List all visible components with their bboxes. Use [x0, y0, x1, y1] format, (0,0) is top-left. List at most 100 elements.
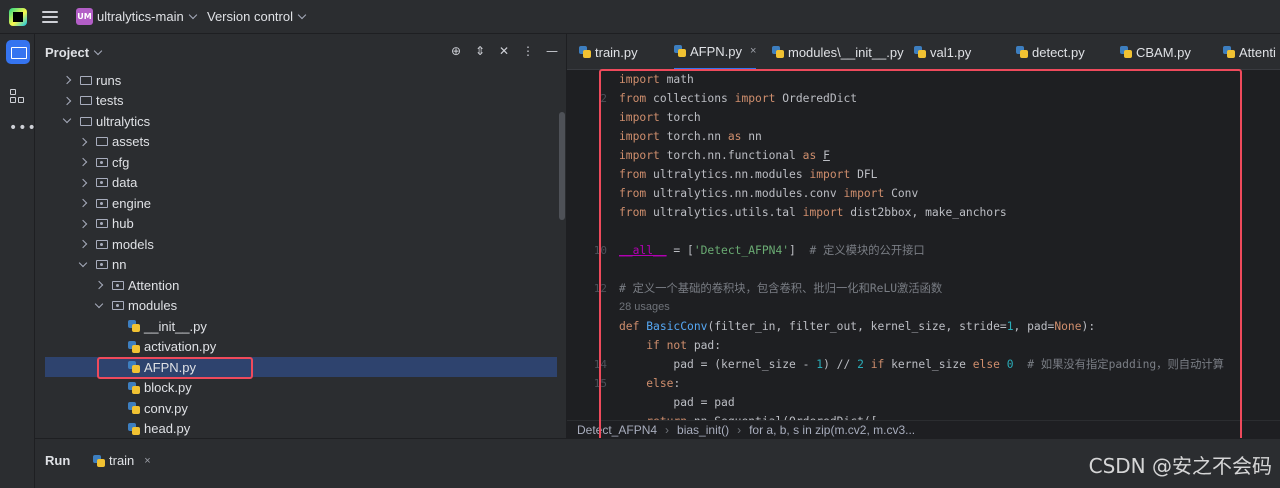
- tree-item[interactable]: ultralytics: [35, 111, 567, 131]
- chevron-right-icon[interactable]: [78, 137, 88, 146]
- python-file-icon: [93, 454, 105, 467]
- tree-item-label: models: [112, 236, 154, 252]
- tree-item[interactable]: assets: [35, 132, 567, 152]
- project-title-label: Project: [45, 45, 90, 60]
- hide-panel-icon[interactable]: —: [545, 44, 559, 58]
- folder-icon: [96, 239, 108, 249]
- tree-item-label: block.py: [144, 380, 192, 395]
- editor-tab-label: AFPN.py: [690, 43, 743, 59]
- tree-item-label: hub: [112, 216, 134, 231]
- project-name: ultralytics-main: [97, 9, 184, 24]
- structure-icon[interactable]: [10, 89, 24, 103]
- tree-item-label: modules: [128, 298, 178, 313]
- python-file-icon: [128, 320, 140, 332]
- chevron-down-icon: [188, 10, 197, 20]
- folder-icon: [80, 116, 92, 126]
- tree-item[interactable]: activation.py: [35, 337, 567, 357]
- editor-tab-label: train.py: [595, 44, 638, 60]
- editor-tab-label: Attenti: [1239, 44, 1276, 60]
- folder-icon: [96, 260, 108, 269]
- project-badge[interactable]: UM: [76, 8, 93, 25]
- tree-item[interactable]: conv.py: [35, 398, 567, 418]
- run-tab-train[interactable]: train ×: [93, 453, 151, 468]
- tree-item-label: Attention: [128, 277, 180, 293]
- tree-item[interactable]: Attention: [35, 275, 567, 295]
- editor-tab-label: CBAM.py: [1136, 44, 1191, 60]
- code-highlight-box: [599, 69, 1242, 448]
- chevron-right-icon[interactable]: [78, 178, 88, 187]
- tree-item[interactable]: __init__.py: [35, 316, 567, 336]
- python-file-icon: [128, 402, 140, 414]
- folder-icon: [80, 96, 92, 105]
- chevron-right-icon[interactable]: [78, 219, 88, 228]
- expand-collapse-icon[interactable]: ⇕: [473, 44, 487, 58]
- options-icon[interactable]: ⋮: [521, 44, 535, 58]
- folder-icon: [96, 178, 108, 187]
- editor-tab[interactable]: val1.py: [914, 34, 971, 69]
- python-file-icon: [128, 422, 140, 435]
- chevron-right-icon[interactable]: [94, 280, 104, 290]
- project-panel-title[interactable]: Project: [45, 45, 103, 60]
- collapse-all-icon[interactable]: ✕: [497, 44, 511, 58]
- title-bar: UM ultralytics-main Version control: [0, 0, 1280, 34]
- tree-item[interactable]: cfg: [35, 152, 567, 172]
- tree-item-label: data: [112, 175, 138, 190]
- python-file-icon: [128, 340, 140, 353]
- folder-icon: [80, 75, 92, 85]
- chevron-right-icon[interactable]: [62, 96, 72, 105]
- editor-tab[interactable]: modules\__init__.py: [772, 34, 904, 69]
- version-control-menu[interactable]: Version control: [207, 9, 307, 24]
- editor-tab[interactable]: CBAM.py: [1120, 34, 1191, 69]
- watermark: CSDN @安之不会码: [1088, 454, 1272, 478]
- chevron-down-icon: [297, 10, 307, 20]
- python-file-icon: [579, 46, 591, 58]
- editor-tab-label: modules\__init__.py: [788, 44, 904, 60]
- tree-item[interactable]: models: [35, 234, 567, 254]
- folder-icon: [96, 219, 108, 228]
- tree-scrollbar[interactable]: [559, 112, 565, 220]
- python-file-icon: [128, 381, 140, 394]
- close-icon[interactable]: ×: [144, 455, 150, 467]
- tree-item-label: tests: [96, 93, 124, 108]
- pycharm-logo-icon[interactable]: [9, 8, 27, 26]
- tree-item[interactable]: data: [35, 173, 567, 193]
- project-folder-icon[interactable]: [6, 40, 30, 64]
- editor-tabs: train.py AFPN.py × modules\__init__.py val1.…: [567, 34, 1280, 70]
- folder-icon: [96, 157, 108, 167]
- main-menu-icon[interactable]: [42, 9, 58, 25]
- run-tab-label: train: [109, 453, 135, 468]
- editor-tab[interactable]: AFPN.py ×: [674, 34, 757, 69]
- chevron-right-icon[interactable]: [78, 239, 88, 249]
- python-file-icon: [1016, 46, 1028, 58]
- tree-item[interactable]: engine: [35, 193, 567, 213]
- project-switcher[interactable]: ultralytics-main: [97, 9, 197, 24]
- more-tools-icon[interactable]: •••: [9, 120, 37, 136]
- tree-item[interactable]: hub: [35, 214, 567, 234]
- tree-item[interactable]: head.py: [35, 419, 567, 439]
- close-icon[interactable]: ×: [750, 45, 756, 57]
- chevron-down-icon[interactable]: [62, 114, 72, 124]
- chevron-right-icon[interactable]: [78, 157, 88, 167]
- chevron-down-icon[interactable]: [94, 299, 104, 308]
- tree-item-label: assets: [112, 134, 150, 149]
- editor-tab[interactable]: detect.py: [1016, 34, 1085, 69]
- tree-item-label: nn: [112, 257, 127, 272]
- file-highlight-box: [97, 357, 253, 379]
- tree-item[interactable]: runs: [35, 70, 567, 90]
- tree-item-label: conv.py: [144, 400, 188, 416]
- project-panel-header: Project ⊕ ⇕ ✕ ⋮ —: [35, 34, 567, 70]
- python-file-icon: [1223, 46, 1235, 58]
- editor-tab[interactable]: Attenti: [1223, 34, 1276, 69]
- chevron-right-icon[interactable]: [62, 75, 72, 85]
- tree-item[interactable]: nn: [35, 255, 567, 275]
- tree-item-label: cfg: [112, 154, 130, 170]
- chevron-right-icon[interactable]: [78, 198, 88, 208]
- tree-item[interactable]: block.py: [35, 378, 567, 398]
- chevron-down-icon[interactable]: [78, 258, 88, 267]
- tree-item[interactable]: modules: [35, 296, 567, 316]
- tree-item[interactable]: tests: [35, 91, 567, 111]
- python-file-icon: [772, 46, 784, 58]
- run-panel-title[interactable]: Run: [45, 453, 70, 468]
- locate-file-icon[interactable]: ⊕: [449, 44, 463, 58]
- editor-tab[interactable]: train.py: [579, 34, 638, 69]
